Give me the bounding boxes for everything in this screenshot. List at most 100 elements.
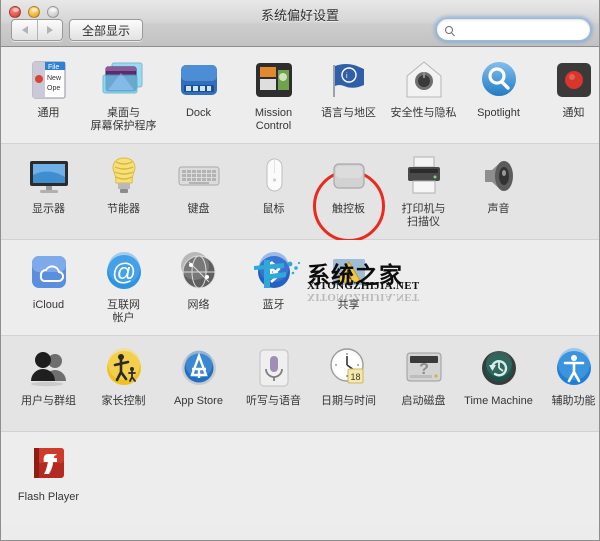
pref-item-label: 桌面与 屏幕保护程序	[90, 107, 157, 132]
language-region-icon: i	[325, 56, 373, 104]
preference-panes-grid: File New Ope 通用 桌面与 屏幕保护程序 Dock Mission …	[1, 48, 599, 540]
pref-row-other: Flash Player	[1, 432, 599, 525]
pref-row-system: 用户与群组 家长控制 App Store 听写与语音 18 日期与时间 ? 启动…	[1, 336, 599, 432]
pref-item-time-machine[interactable]: Time Machine	[461, 344, 536, 425]
pref-row-hardware: 显示器 节能器 键盘 鼠标 触控板 打印机与 扫描仪 声音	[1, 144, 599, 242]
pref-item-label: App Store	[174, 395, 223, 407]
search-field[interactable]	[436, 18, 591, 41]
spotlight-icon	[475, 56, 523, 104]
pref-item-label: 安全性与隐私	[390, 107, 457, 119]
pref-item-spotlight[interactable]: Spotlight	[461, 56, 536, 137]
pref-item-dock[interactable]: Dock	[161, 56, 236, 137]
pref-item-label: 启动磁盘	[401, 395, 446, 407]
pref-item-sound[interactable]: 声音	[461, 152, 536, 233]
pref-item-notifications[interactable]: 通知	[536, 56, 599, 137]
time-machine-icon	[475, 344, 523, 392]
pref-item-bluetooth[interactable]: 蓝牙	[236, 248, 311, 329]
pref-item-general[interactable]: File New Ope 通用	[11, 56, 86, 137]
mission-control-icon	[250, 56, 298, 104]
pref-item-flash-player[interactable]: Flash Player	[11, 440, 86, 519]
pref-item-label: 辅助功能	[551, 395, 596, 407]
pref-item-label: 触控板	[332, 203, 365, 215]
pref-item-label: 听写与语音	[246, 395, 301, 407]
pref-item-accessibility[interactable]: 辅助功能	[536, 344, 599, 425]
dock-icon	[175, 56, 223, 104]
pref-item-label: 语言与地区	[321, 107, 376, 119]
toolbar: 全部显示	[1, 18, 599, 43]
displays-icon	[25, 152, 73, 200]
system-preferences-window: 系统偏好设置 全部显示 File New Ope 通用 桌面与 屏幕保护程序 D…	[0, 0, 600, 541]
pref-item-label: 通知	[562, 107, 585, 119]
security-privacy-icon	[400, 56, 448, 104]
pref-item-displays[interactable]: 显示器	[11, 152, 86, 233]
pref-row-internet-wireless: iCloud @ 互联网 帐户 网络 蓝牙 共享	[1, 240, 599, 336]
svg-text:@: @	[111, 259, 135, 286]
startup-disk-icon: ?	[400, 344, 448, 392]
pref-item-users-groups[interactable]: 用户与群组	[11, 344, 86, 425]
pref-item-label: 鼠标	[262, 203, 285, 215]
pref-item-label: 显示器	[32, 203, 65, 215]
mouse-icon	[250, 152, 298, 200]
pref-item-label: 用户与群组	[21, 395, 76, 407]
window-titlebar: 系统偏好设置 全部显示	[1, 0, 599, 47]
pref-item-label: Spotlight	[477, 107, 520, 119]
search-input[interactable]	[458, 20, 578, 39]
pref-item-security-privacy[interactable]: 安全性与隐私	[386, 56, 461, 137]
trackpad-icon	[325, 152, 373, 200]
show-all-button[interactable]: 全部显示	[69, 19, 144, 41]
forward-button[interactable]	[37, 20, 62, 40]
energy-saver-icon	[100, 152, 148, 200]
bluetooth-icon	[250, 248, 298, 296]
internet-accounts-icon: @	[100, 248, 148, 296]
pref-item-desktop-screensaver[interactable]: 桌面与 屏幕保护程序	[86, 56, 161, 137]
pref-item-language-region[interactable]: i 语言与地区	[311, 56, 386, 137]
calendar-badge: 18	[350, 372, 360, 382]
date-time-icon: 18	[325, 344, 373, 392]
sound-icon	[475, 152, 523, 200]
printers-scanners-icon	[400, 152, 448, 200]
parental-controls-icon	[100, 344, 148, 392]
svg-text:File: File	[48, 64, 59, 71]
pref-item-printers-scanners[interactable]: 打印机与 扫描仪	[386, 152, 461, 233]
pref-item-label: Dock	[185, 107, 212, 119]
svg-text:?: ?	[419, 361, 429, 378]
pref-item-trackpad[interactable]: 触控板	[311, 152, 386, 242]
search-icon	[445, 25, 453, 34]
pref-item-internet-accounts[interactable]: @ 互联网 帐户	[86, 248, 161, 329]
pref-item-keyboard[interactable]: 键盘	[161, 152, 236, 233]
flash-player-icon	[25, 440, 73, 488]
pref-item-label: Mission Control	[254, 107, 293, 132]
svg-text:New: New	[47, 75, 62, 82]
pref-item-parental-controls[interactable]: 家长控制	[86, 344, 161, 425]
pref-item-sharing[interactable]: 共享	[311, 248, 386, 329]
pref-item-label: iCloud	[32, 299, 65, 311]
pref-item-label: 家长控制	[101, 395, 146, 407]
pref-item-label: 打印机与 扫描仪	[401, 203, 446, 228]
general-icon: File New Ope	[25, 56, 73, 104]
arrow-left-icon	[21, 26, 28, 34]
pref-item-network[interactable]: 网络	[161, 248, 236, 329]
pref-item-date-time[interactable]: 18 日期与时间	[311, 344, 386, 425]
pref-item-label: 网络	[187, 299, 210, 311]
network-icon	[175, 248, 223, 296]
pref-item-dictation-speech[interactable]: 听写与语音	[236, 344, 311, 425]
back-button[interactable]	[12, 20, 37, 40]
pref-item-label: Flash Player	[17, 491, 80, 503]
pref-item-label: 共享	[337, 299, 360, 311]
pref-item-mouse[interactable]: 鼠标	[236, 152, 311, 233]
pref-item-label: 通用	[37, 107, 60, 119]
sharing-icon	[325, 248, 373, 296]
pref-item-label: 日期与时间	[321, 395, 376, 407]
pref-item-energy-saver[interactable]: 节能器	[86, 152, 161, 233]
pref-item-label: Time Machine	[464, 395, 533, 407]
pref-item-label: 蓝牙	[262, 299, 285, 311]
pref-item-app-store[interactable]: App Store	[161, 344, 236, 425]
dictation-speech-icon	[250, 344, 298, 392]
pref-item-icloud[interactable]: iCloud	[11, 248, 86, 329]
users-groups-icon	[25, 344, 73, 392]
pref-item-startup-disk[interactable]: ? 启动磁盘	[386, 344, 461, 425]
notifications-icon	[550, 56, 598, 104]
pref-item-mission-control[interactable]: Mission Control	[236, 56, 311, 137]
keyboard-icon	[175, 152, 223, 200]
app-store-icon	[175, 344, 223, 392]
